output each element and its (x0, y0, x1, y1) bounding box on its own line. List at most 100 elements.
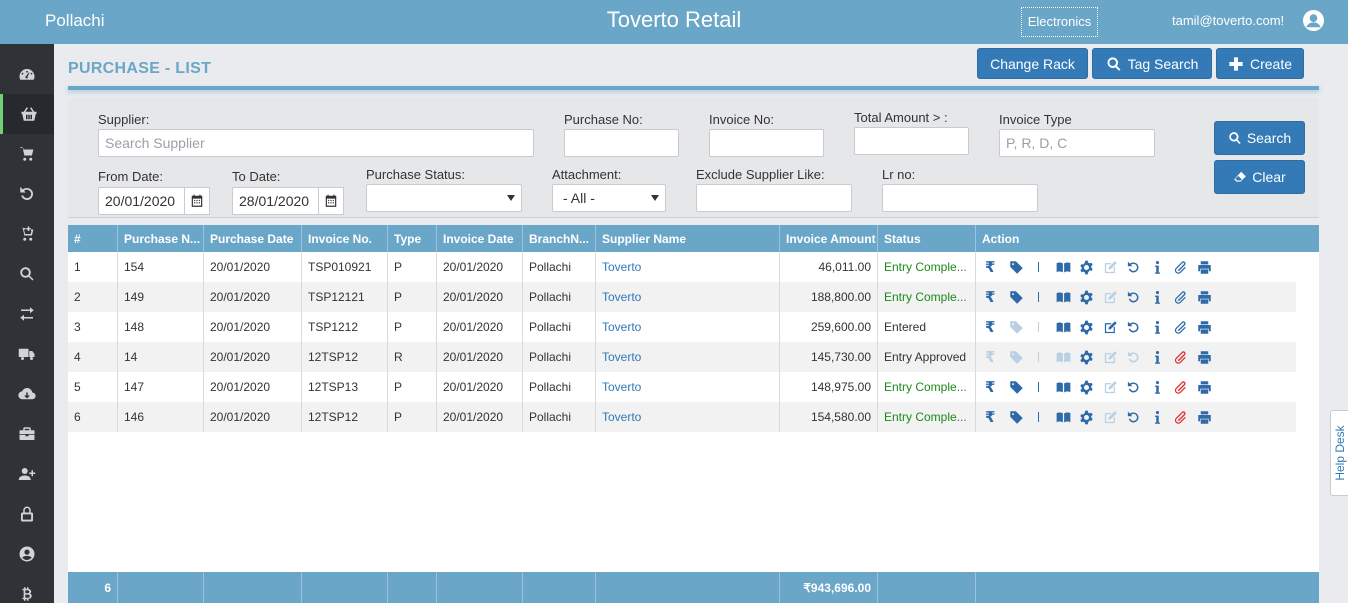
lock-icon[interactable] (0, 494, 54, 534)
gear-icon[interactable] (1079, 379, 1103, 395)
gear-icon[interactable] (1079, 349, 1103, 365)
payment-rupee-icon[interactable]: ₹ (985, 258, 1009, 276)
col-purchase-no[interactable]: Purchase N... (118, 225, 204, 252)
search-icon[interactable] (0, 254, 54, 294)
cell-supplier[interactable]: Toverto (596, 252, 780, 282)
attachment-icon[interactable] (1173, 319, 1197, 335)
edit-icon[interactable] (1103, 289, 1127, 305)
table-row[interactable]: 5 147 20/01/2020 12TSP13 P 20/01/2020 Pollachi… (68, 372, 1296, 402)
table-row[interactable]: 4 14 20/01/2020 12TSP12 R 20/01/2020 Pollachi T… (68, 342, 1296, 372)
print-icon[interactable] (1197, 319, 1221, 335)
edit-icon[interactable] (1103, 409, 1127, 425)
undo-icon[interactable] (1126, 349, 1150, 365)
invoice-type-input[interactable]: P, R, D, C (999, 129, 1155, 157)
edit-icon[interactable] (1103, 349, 1127, 365)
supplier-input[interactable]: Search Supplier (98, 129, 534, 157)
book-icon[interactable] (1056, 319, 1080, 335)
col-branch[interactable]: BranchN... (523, 225, 596, 252)
edit-icon[interactable] (1103, 379, 1127, 395)
gear-icon[interactable] (1079, 319, 1103, 335)
table-row[interactable]: 1 154 20/01/2020 TSP010921 P 20/01/2020 Pollac… (68, 252, 1296, 282)
clear-button[interactable]: Clear (1214, 160, 1305, 194)
total-amount-input[interactable] (854, 127, 969, 155)
tag-icon[interactable] (1009, 319, 1033, 335)
col-supplier-name[interactable]: Supplier Name (596, 225, 780, 252)
info-icon[interactable] (1150, 379, 1174, 395)
col-purchase-date[interactable]: Purchase Date (204, 225, 302, 252)
purchase-basket-icon[interactable] (0, 94, 54, 134)
print-icon[interactable] (1197, 259, 1221, 275)
col-invoice-amount[interactable]: Invoice Amount (780, 225, 878, 252)
purchase-no-input[interactable] (564, 129, 679, 157)
gear-icon[interactable] (1079, 259, 1103, 275)
calendar-icon[interactable] (318, 187, 344, 215)
payment-rupee-icon[interactable]: ₹ (985, 288, 1009, 306)
return-icon[interactable] (0, 174, 54, 214)
gear-icon[interactable] (1079, 409, 1103, 425)
book-icon[interactable] (1056, 349, 1080, 365)
attachment-icon[interactable] (1173, 409, 1197, 425)
undo-icon[interactable] (1126, 259, 1150, 275)
book-icon[interactable] (1056, 409, 1080, 425)
payment-rupee-icon[interactable]: ₹ (985, 408, 1009, 426)
user-circle-icon[interactable] (0, 534, 54, 574)
tag-icon[interactable] (1009, 349, 1033, 365)
invoice-no-input[interactable] (709, 129, 824, 157)
category-selector[interactable]: Electronics (1021, 7, 1098, 37)
col-invoice-no[interactable]: Invoice No. (302, 225, 388, 252)
gear-icon[interactable] (1079, 289, 1103, 305)
payment-rupee-icon[interactable]: ₹ (985, 318, 1009, 336)
cart-add-icon[interactable] (0, 214, 54, 254)
info-icon[interactable] (1150, 319, 1174, 335)
col-status[interactable]: Status (878, 225, 976, 252)
add-user-icon[interactable] (0, 454, 54, 494)
edit-icon[interactable] (1103, 259, 1127, 275)
tag-icon[interactable] (1009, 289, 1033, 305)
undo-icon[interactable] (1126, 409, 1150, 425)
col-action[interactable]: Action (976, 225, 1319, 252)
col-number[interactable]: # (68, 225, 118, 252)
cell-supplier[interactable]: Toverto (596, 282, 780, 312)
attachment-icon[interactable] (1173, 289, 1197, 305)
book-icon[interactable] (1056, 379, 1080, 395)
cell-supplier[interactable]: Toverto (596, 312, 780, 342)
cloud-download-icon[interactable] (0, 374, 54, 414)
undo-icon[interactable] (1126, 379, 1150, 395)
print-icon[interactable] (1197, 289, 1221, 305)
branch-name[interactable]: Pollachi (45, 11, 105, 31)
tag-icon[interactable] (1009, 379, 1033, 395)
cell-supplier[interactable]: Toverto (596, 402, 780, 432)
table-row[interactable]: 2 149 20/01/2020 TSP12121 P 20/01/2020 Pollach… (68, 282, 1296, 312)
attachment-icon[interactable] (1173, 379, 1197, 395)
tag-icon[interactable] (1009, 259, 1033, 275)
dashboard-icon[interactable] (0, 55, 54, 95)
print-icon[interactable] (1197, 409, 1221, 425)
col-invoice-date[interactable]: Invoice Date (437, 225, 523, 252)
edit-icon[interactable] (1103, 319, 1127, 335)
create-button[interactable]: Create (1216, 48, 1304, 79)
undo-icon[interactable] (1126, 319, 1150, 335)
attachment-icon[interactable] (1173, 349, 1197, 365)
user-email[interactable]: tamil@toverto.com! (1172, 13, 1284, 28)
info-icon[interactable] (1150, 289, 1174, 305)
lr-no-input[interactable] (882, 184, 1038, 212)
transfer-icon[interactable] (0, 294, 54, 334)
calendar-icon[interactable] (184, 187, 210, 215)
payment-rupee-icon[interactable]: ₹ (985, 348, 1009, 366)
cell-supplier[interactable]: Toverto (596, 342, 780, 372)
print-icon[interactable] (1197, 379, 1221, 395)
cell-supplier[interactable]: Toverto (596, 372, 780, 402)
attachment-icon[interactable] (1173, 259, 1197, 275)
purchase-status-select[interactable] (366, 184, 522, 212)
exclude-supplier-input[interactable] (696, 184, 852, 212)
from-date-input[interactable]: 20/01/2020 (98, 187, 186, 215)
table-row[interactable]: 3 148 20/01/2020 TSP1212 P 20/01/2020 Pollachi… (68, 312, 1296, 342)
change-rack-button[interactable]: Change Rack (977, 48, 1088, 79)
col-type[interactable]: Type (388, 225, 437, 252)
bitcoin-icon[interactable] (0, 574, 54, 603)
briefcase-icon[interactable] (0, 414, 54, 454)
print-icon[interactable] (1197, 349, 1221, 365)
info-icon[interactable] (1150, 349, 1174, 365)
search-button[interactable]: Search (1214, 121, 1305, 155)
info-icon[interactable] (1150, 259, 1174, 275)
